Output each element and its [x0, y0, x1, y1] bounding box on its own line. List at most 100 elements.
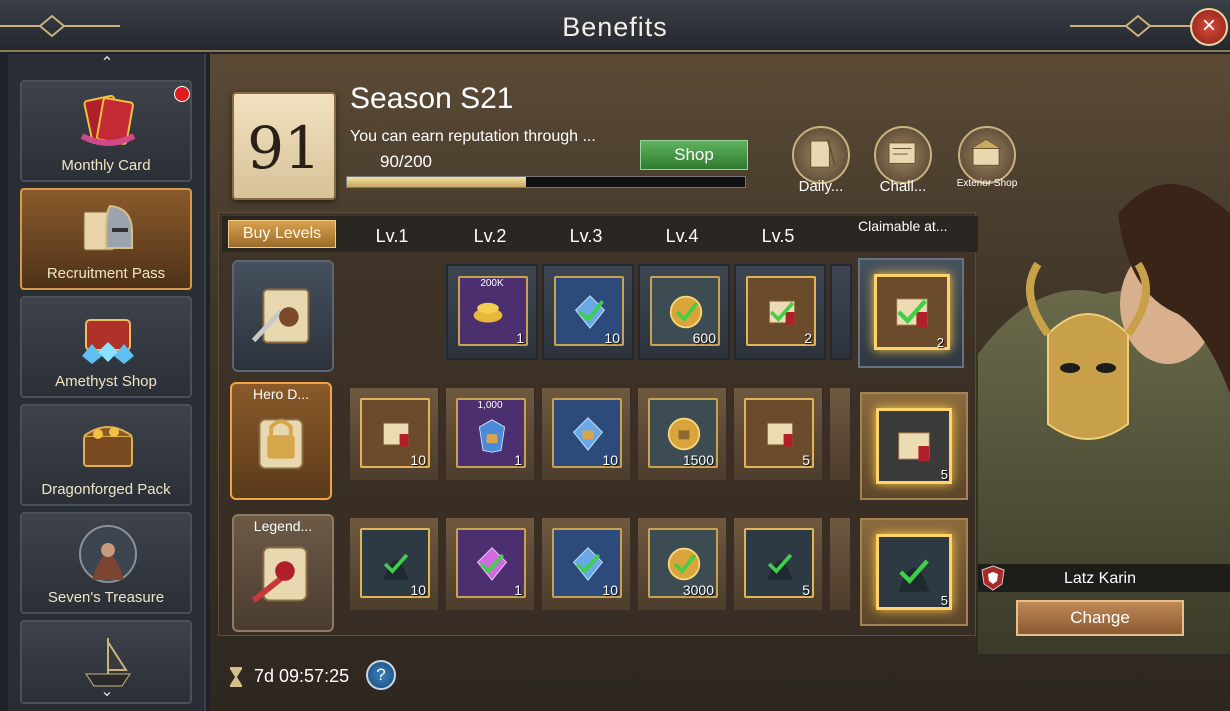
sidebar-item-monthly-card[interactable]: Monthly Card	[20, 80, 192, 182]
reward-cell[interactable]: 10	[540, 386, 632, 482]
claimable-reward-cell[interactable]: 5	[860, 518, 968, 626]
reward-cell[interactable]: 1,000 1	[444, 386, 536, 482]
shop-button[interactable]: Shop	[640, 140, 748, 170]
ornament-right-icon	[1070, 14, 1190, 38]
reward-quantity: 1	[514, 452, 522, 468]
sidebar-item-label: Amethyst Shop	[55, 373, 157, 390]
sidebar-item-amethyst-shop[interactable]: Amethyst Shop	[20, 296, 192, 398]
main-panel: 91 Season S21 You can earn reputation th…	[210, 54, 1230, 711]
reward-cell-partial[interactable]	[828, 386, 852, 482]
sidebar-item-dragonforged-pack[interactable]: Dragonforged Pack	[20, 404, 192, 506]
sidebar-item-label: Monthly Card	[61, 157, 151, 174]
benefits-window: Benefits × ⌃ Monthly Card Recruitment Pa…	[0, 0, 1230, 711]
shield-icon	[981, 565, 1005, 591]
blue-crystal-icon	[572, 547, 604, 581]
map-scroll-icon	[888, 142, 916, 164]
hooded-hero-icon	[767, 553, 793, 581]
hooded-hero-icon	[898, 559, 930, 592]
notification-badge	[174, 86, 190, 102]
challenge-button[interactable]	[874, 126, 932, 184]
reward-quantity: 10	[410, 452, 426, 468]
change-hero-button[interactable]: Change	[1016, 600, 1184, 636]
gold-lock-coin-icon	[667, 417, 701, 451]
reward-quantity: 10	[602, 452, 618, 468]
gold-medal-icon	[669, 295, 703, 329]
purple-crystal-icon	[476, 547, 508, 581]
claimable-reward-cell[interactable]: 5	[860, 392, 968, 500]
scroll-quill-icon	[810, 138, 836, 168]
red-scroll-icon	[766, 422, 794, 447]
close-button[interactable]: ×	[1190, 8, 1228, 46]
progress-fill	[347, 177, 527, 187]
red-scroll-icon	[382, 422, 410, 447]
sidebar-item-label: Dragonforged Pack	[41, 481, 171, 498]
challenge-label: Chall...	[879, 178, 927, 195]
reward-quantity: 1500	[682, 452, 714, 468]
daily-button[interactable]	[792, 126, 850, 184]
sidebar-item-label: Recruitment Pass	[46, 265, 166, 282]
reward-quantity: 5	[802, 452, 810, 468]
blue-crystal-icon	[574, 295, 606, 329]
reward-cell[interactable]: 10	[348, 516, 440, 612]
scroll-feather-icon	[251, 288, 310, 344]
monthly-card-icon	[80, 94, 136, 146]
reward-cell[interactable]: 10	[348, 386, 440, 482]
sidebar-item-label: Seven's Treasure	[47, 589, 165, 606]
season-title: Season S21	[350, 82, 514, 115]
window-title: Benefits	[562, 12, 668, 42]
reward-quantity: 10	[604, 330, 620, 346]
help-button[interactable]: ?	[366, 660, 396, 690]
reward-cell-partial[interactable]	[830, 264, 852, 360]
reward-cell[interactable]: 1	[444, 516, 536, 612]
scroll-down-button[interactable]: ⌄	[94, 684, 120, 700]
progress-bar	[346, 176, 746, 188]
treasure-chest-icon	[83, 426, 133, 467]
reward-cell[interactable]: 3000	[636, 516, 728, 612]
reward-cell[interactable]: 1500	[636, 386, 728, 482]
gold-medal-icon	[667, 547, 701, 581]
title-bar: Benefits ×	[0, 0, 1230, 52]
hero-name: Latz Karin	[1063, 570, 1137, 587]
buy-levels-button[interactable]: Buy Levels	[228, 220, 336, 248]
scroll-up-button[interactable]: ⌃	[94, 56, 120, 72]
red-scroll-icon	[898, 432, 930, 462]
gold-coins-icon	[473, 302, 503, 323]
reward-quantity: 10	[602, 582, 618, 598]
row-icon-legend[interactable]: Legend...	[232, 514, 334, 632]
red-scroll-icon	[768, 300, 796, 325]
reward-cell[interactable]: 600	[638, 264, 730, 360]
monk-icon	[79, 525, 137, 583]
level-label: Lv.1	[375, 226, 409, 246]
reward-quantity: 2	[936, 335, 944, 350]
reward-cell[interactable]: 200K 1	[446, 264, 538, 360]
reward-cell[interactable]: 2	[734, 264, 826, 360]
row-label: Hero D...	[252, 386, 309, 402]
reward-cell[interactable]: 10	[540, 516, 632, 612]
helmet-scroll-icon	[83, 204, 133, 251]
reward-cell[interactable]: 5	[732, 386, 824, 482]
reward-quantity: 10	[410, 582, 426, 598]
sidebar-item-sevens-treasure[interactable]: Seven's Treasure	[20, 512, 192, 614]
red-scroll-icon	[896, 298, 928, 328]
row-label: Legend...	[253, 518, 313, 534]
season-level-banner: 91	[232, 92, 336, 200]
reward-cell[interactable]: 10	[542, 264, 634, 360]
row-icon-basic[interactable]	[232, 260, 334, 372]
reward-tag: 1,000	[477, 400, 503, 411]
progress-text: 90/200	[380, 152, 432, 171]
chest-gems-icon	[82, 319, 134, 364]
blue-lock-icon	[572, 417, 604, 451]
reward-cell-partial[interactable]	[828, 516, 852, 612]
row-icon-hero[interactable]: Hero D...	[230, 382, 332, 500]
claimable-reward-cell[interactable]: 2	[858, 258, 964, 368]
reward-cell[interactable]: 5	[732, 516, 824, 612]
season-level: 91	[247, 114, 321, 182]
level-label: Lv.4	[665, 226, 699, 246]
reward-quantity: 2	[804, 330, 812, 346]
reward-quantity: 5	[940, 467, 948, 482]
reward-quantity: 600	[692, 330, 716, 346]
claimable-label: Claimable at...	[858, 218, 948, 234]
level-label: Lv.3	[569, 226, 603, 246]
reward-quantity: 5	[940, 593, 948, 608]
sidebar-item-recruitment-pass[interactable]: Recruitment Pass	[20, 188, 192, 290]
